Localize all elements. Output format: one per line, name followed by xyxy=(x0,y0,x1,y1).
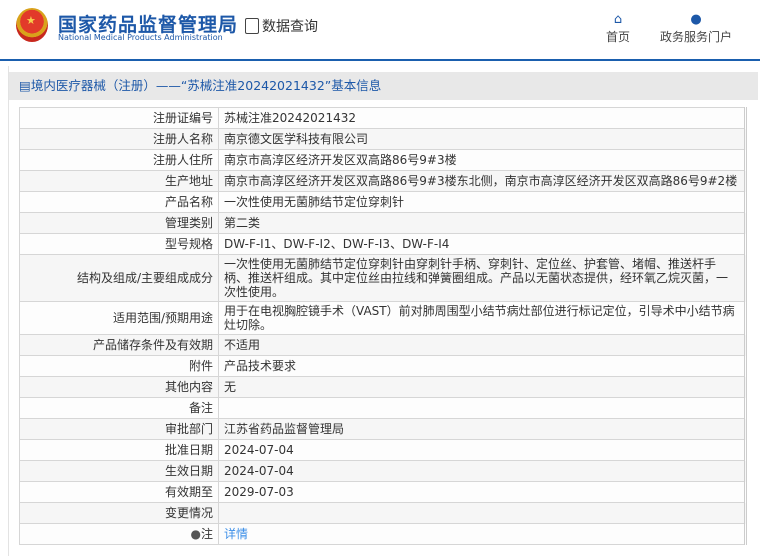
table-row-note: ●注 详情 xyxy=(19,523,746,545)
nav-home-label: 首页 xyxy=(606,30,631,44)
table-row: 备注 xyxy=(19,397,746,419)
table-row: 其他内容无 xyxy=(19,376,746,398)
field-value: 2024-07-04 xyxy=(218,460,746,482)
field-value: 一次性使用无菌肺结节定位穿刺针由穿刺针手柄、穿刺针、定位丝、护套管、堵帽、推送杆… xyxy=(218,254,746,302)
table-row: 适用范围/预期用途 用于在电视胸腔镜手术（VAST）前对肺周围型小结节病灶部位进行… xyxy=(19,301,746,335)
table-row: 产品名称 一次性使用无菌肺结节定位穿刺针 xyxy=(19,191,746,213)
field-label: 结构及组成/主要组成成分 xyxy=(19,254,219,302)
page-title: ▤境内医疗器械（注册）——“苏械注准20242021432”基本信息 xyxy=(9,72,758,100)
table-row: 结构及组成/主要组成成分 一次性使用无菌肺结节定位穿刺针由穿刺针手柄、穿刺针、定位… xyxy=(19,254,746,302)
document-icon: ▤ xyxy=(19,78,31,93)
table-row: 批准日期 2024-07-04 xyxy=(19,439,746,461)
field-value: 南京市高淳区经济开发区双高路86号9#3楼东北侧，南京市高淳区经济开发区双高路8… xyxy=(218,170,746,192)
field-value: 南京德文医学科技有限公司 xyxy=(218,128,746,150)
org-name-en: National Medical Products Administration xyxy=(58,33,223,42)
field-value: 2024-07-04 xyxy=(218,439,746,461)
table-row: 产品储存条件及有效期 不适用 xyxy=(19,334,746,356)
field-label: 生产地址 xyxy=(19,170,219,192)
field-label: 产品储存条件及有效期 xyxy=(19,334,219,356)
field-value: 南京市高淳区经济开发区双高路86号9#3楼 xyxy=(218,149,746,171)
table-row: 型号规格 DW-F-I1、DW-F-I2、DW-F-I3、DW-F-I4 xyxy=(19,233,746,255)
field-label: ●注 xyxy=(19,523,219,545)
nav-service-portal[interactable]: ● 政务服务门户 xyxy=(660,12,732,45)
field-label: 产品名称 xyxy=(19,191,219,213)
table-row: 管理类别 第二类 xyxy=(19,212,746,234)
field-label: 注册人住所 xyxy=(19,149,219,171)
field-value: 无 xyxy=(218,376,746,398)
nav-portal-label: 政务服务门户 xyxy=(660,30,733,44)
field-value: 用于在电视胸腔镜手术（VAST）前对肺周围型小结节病灶部位进行标记定位，引导术中… xyxy=(218,301,746,335)
table-row: 注册人住所 南京市高淳区经济开发区双高路86号9#3楼 xyxy=(19,149,746,171)
table-row: 注册证编号 苏械注准20242021432 xyxy=(19,107,746,129)
home-icon: ⌂ xyxy=(613,12,623,27)
data-query-link[interactable]: 数据查询 xyxy=(245,16,318,36)
user-icon: ● xyxy=(690,12,702,27)
info-table: 注册证编号 苏械注准20242021432 注册人名称 南京德文医学科技有限公司 注册人… xyxy=(19,107,747,545)
field-value: 江苏省药品监督管理局 xyxy=(218,418,746,440)
field-label: 附件 xyxy=(19,355,219,377)
field-label: 批准日期 xyxy=(19,439,219,461)
field-label: 备注 xyxy=(19,397,219,419)
field-label: 审批部门 xyxy=(19,418,219,440)
field-value xyxy=(218,502,746,524)
field-label: 有效期至 xyxy=(19,481,219,503)
field-label: 生效日期 xyxy=(19,460,219,482)
site-header: 国家药品监督管理局 National Medical Products Admi… xyxy=(0,0,760,61)
table-row: 生产地址 南京市高淳区经济开发区双高路86号9#3楼东北侧，南京市高淳区经济开发区… xyxy=(19,170,746,192)
table-row: 有效期至 2029-07-03 xyxy=(19,481,746,503)
field-label: 管理类别 xyxy=(19,212,219,234)
field-value: 2029-07-03 xyxy=(218,481,746,503)
table-row: 变更情况 xyxy=(19,502,746,524)
field-value xyxy=(218,397,746,419)
field-label: 适用范围/预期用途 xyxy=(19,301,219,335)
search-document-icon xyxy=(245,18,259,34)
field-value: 一次性使用无菌肺结节定位穿刺针 xyxy=(218,191,746,213)
pin-icon: ● xyxy=(190,527,201,541)
table-row: 附件 产品技术要求 xyxy=(19,355,746,377)
field-value: DW-F-I1、DW-F-I2、DW-F-I3、DW-F-I4 xyxy=(218,233,746,255)
nav-home[interactable]: ⌂ 首页 xyxy=(606,12,630,45)
table-row: 审批部门 江苏省药品监督管理局 xyxy=(19,418,746,440)
national-emblem-logo xyxy=(16,8,48,42)
details-link[interactable]: 详情 xyxy=(224,527,248,541)
table-row: 注册人名称 南京德文医学科技有限公司 xyxy=(19,128,746,150)
table-row: 生效日期 2024-07-04 xyxy=(19,460,746,482)
content-frame: ▤境内医疗器械（注册）——“苏械注准20242021432”基本信息 注册证编号… xyxy=(8,66,758,556)
field-value: 详情 xyxy=(218,523,746,545)
field-label: 注册人名称 xyxy=(19,128,219,150)
field-value: 产品技术要求 xyxy=(218,355,746,377)
field-value: 苏械注准20242021432 xyxy=(218,107,746,129)
page-title-text: 境内医疗器械（注册）——“苏械注准20242021432”基本信息 xyxy=(30,78,382,93)
field-label: 其他内容 xyxy=(19,376,219,398)
field-label: 型号规格 xyxy=(19,233,219,255)
field-label: 变更情况 xyxy=(19,502,219,524)
field-value: 第二类 xyxy=(218,212,746,234)
field-value: 不适用 xyxy=(218,334,746,356)
note-label: 注 xyxy=(200,527,213,541)
field-label: 注册证编号 xyxy=(19,107,219,129)
data-query-label: 数据查询 xyxy=(262,19,318,35)
